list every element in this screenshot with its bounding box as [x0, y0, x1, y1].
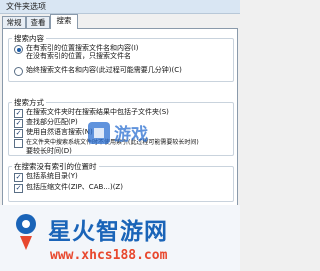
check-natural-language[interactable]: ✓ 使用自然语言搜索(N): [14, 128, 93, 138]
checkbox[interactable]: ✓: [14, 119, 23, 128]
check-include-subfolders[interactable]: ✓ 在搜索文件夹时在搜索结果中包括子文件夹(S): [14, 108, 169, 118]
radio-index-search[interactable]: 在有索引的位置搜索文件名和内容(I) 在没有索引的位置，只搜索文件名: [14, 44, 139, 60]
checkbox[interactable]: ✓: [14, 109, 23, 118]
check-subfolders-label: 在搜索文件夹时在搜索结果中包括子文件夹(S): [26, 108, 169, 116]
checkbox[interactable]: [14, 139, 23, 148]
brand-mark-icon: [16, 214, 36, 250]
check-partial-match[interactable]: ✓ 查找部分匹配(P): [14, 118, 78, 128]
search-content-title: 搜索内容: [12, 33, 46, 44]
check-include-system-dirs[interactable]: ✓ 包括系统目录(Y): [14, 172, 78, 182]
check-no-index-sublabel: 要较长时间(D): [26, 147, 72, 155]
radio-always-search[interactable]: 始终搜索文件名和内容(此过程可能需要几分钟)(C): [14, 66, 182, 76]
radio-dot[interactable]: [14, 67, 23, 76]
radio-dot[interactable]: [14, 45, 23, 54]
window-titlebar: 文件夹选项: [0, 0, 240, 14]
radio-always-label: 始终搜索文件名和内容(此过程可能需要几分钟)(C): [26, 66, 182, 74]
check-system-dirs-label: 包括系统目录(Y): [26, 172, 78, 180]
nonindexed-title: 在搜索没有索引的位置时: [12, 161, 99, 172]
watermark-title: 星火智游网: [48, 219, 168, 245]
check-partial-label: 查找部分匹配(P): [26, 118, 78, 126]
checkbox[interactable]: ✓: [14, 129, 23, 138]
check-natural-label: 使用自然语言搜索(N): [26, 128, 93, 136]
radio-index-sublabel: 在没有索引的位置，只搜索文件名: [26, 52, 131, 60]
check-no-index-system[interactable]: 在文件夹中搜索系统文件时不使用索引(此过程可能需要较长时间) 要较长时间(D): [14, 138, 199, 155]
check-no-index-label: 在文件夹中搜索系统文件时不使用索引(此过程可能需要较长时间): [26, 139, 199, 146]
tab-general[interactable]: 常规: [2, 16, 26, 28]
tab-view[interactable]: 查看: [26, 16, 50, 28]
checkbox[interactable]: ✓: [14, 173, 23, 182]
checkbox[interactable]: ✓: [14, 184, 23, 193]
check-zip-label: 包括压缩文件(ZIP、CAB...)(Z): [26, 183, 123, 191]
watermark-url: www.xhcs188.com: [50, 248, 168, 263]
search-method-title: 搜索方式: [12, 97, 46, 108]
check-include-zip[interactable]: ✓ 包括压缩文件(ZIP、CAB...)(Z): [14, 183, 123, 193]
window-title: 文件夹选项: [6, 2, 46, 11]
tab-search[interactable]: 搜索: [50, 14, 78, 29]
radio-index-label: 在有索引的位置搜索文件名和内容(I): [26, 44, 139, 52]
